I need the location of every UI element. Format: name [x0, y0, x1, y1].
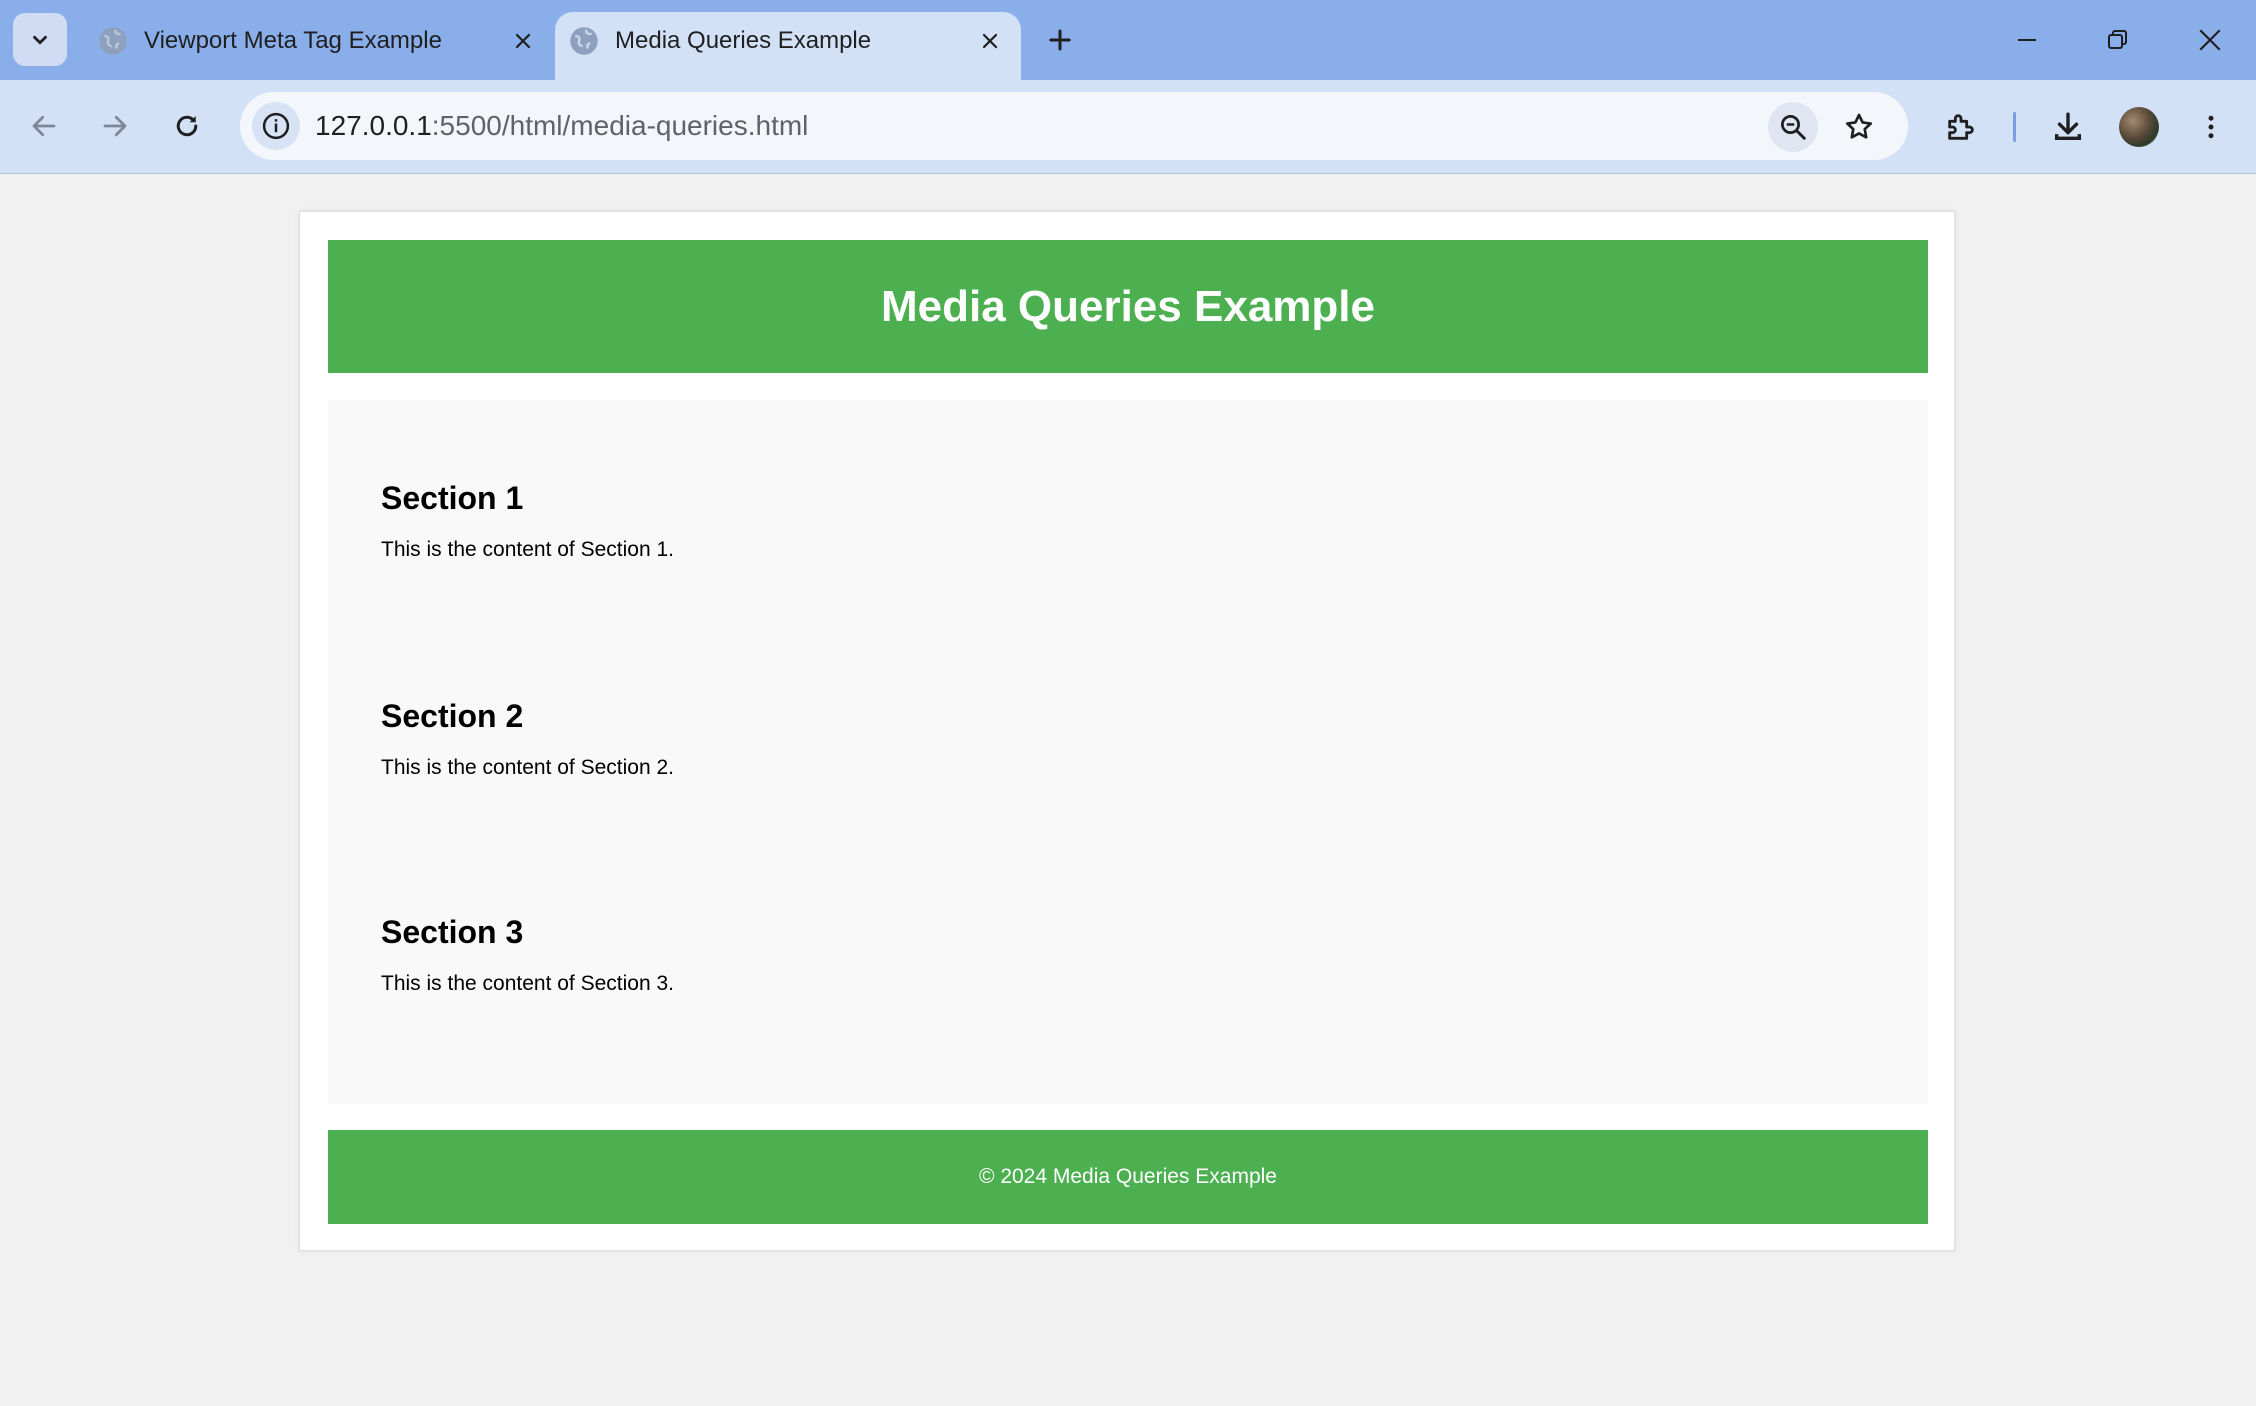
bookmark-button[interactable]: [1834, 102, 1884, 152]
back-button[interactable]: [20, 102, 68, 150]
kebab-menu-icon: [2208, 115, 2214, 139]
address-bar[interactable]: 127.0.0.1:5500/html/media-queries.html: [240, 92, 1908, 160]
site-info-button[interactable]: [252, 102, 300, 150]
close-icon: [2199, 29, 2221, 51]
url-path: :5500/html/media-queries.html: [431, 110, 809, 141]
globe-icon: [99, 27, 127, 55]
footer-text: © 2024 Media Queries Example: [979, 1165, 1277, 1188]
section-content: This is the content of Section 3.: [381, 972, 674, 995]
close-window-button[interactable]: [2182, 16, 2238, 64]
restore-button[interactable]: [2089, 16, 2145, 64]
star-icon: [1845, 113, 1873, 139]
url-host: 127.0.0.1: [315, 110, 432, 141]
globe-icon: [570, 27, 598, 55]
close-tab-button[interactable]: [506, 24, 540, 58]
extensions-button[interactable]: [1936, 102, 1986, 152]
tab-viewport-meta[interactable]: Viewport Meta Tag Example: [84, 12, 554, 80]
close-tab-button[interactable]: [973, 24, 1007, 58]
zoom-out-icon: [1781, 115, 1806, 140]
page-title: Media Queries Example: [881, 281, 1375, 331]
arrow-right-icon: [103, 115, 127, 137]
url-text[interactable]: 127.0.0.1:5500/html/media-queries.html: [315, 109, 808, 143]
reload-button[interactable]: [163, 102, 211, 150]
minimize-icon: [2018, 39, 2036, 41]
tab-media-queries[interactable]: Media Queries Example: [555, 12, 1021, 80]
section-1: Section 1 This is the content of Section…: [381, 479, 674, 563]
close-icon: [515, 33, 531, 49]
tab-strip: Viewport Meta Tag Example Media Queries …: [0, 0, 2256, 80]
section-heading: Section 3: [381, 914, 524, 950]
section-content: This is the content of Section 2.: [381, 756, 674, 779]
section-heading: Section 1: [381, 480, 524, 516]
section-3: Section 3 This is the content of Section…: [381, 913, 674, 997]
minimize-button[interactable]: [1999, 16, 2055, 64]
toolbar-divider: [2013, 112, 2016, 142]
reload-icon: [176, 115, 198, 137]
close-icon: [982, 33, 998, 49]
download-icon: [2054, 112, 2082, 141]
chevron-down-icon: [33, 35, 47, 44]
restore-icon: [2108, 30, 2127, 49]
browser-toolbar: 127.0.0.1:5500/html/media-queries.html: [0, 80, 2256, 174]
main-content: Section 1 This is the content of Section…: [328, 400, 1928, 1104]
tab-title: Media Queries Example: [615, 27, 872, 54]
new-tab-button[interactable]: [1040, 18, 1080, 62]
site-footer: © 2024 Media Queries Example: [328, 1130, 1928, 1224]
info-icon: [262, 112, 290, 140]
site-header: Media Queries Example: [328, 240, 1928, 373]
menu-button[interactable]: [2186, 102, 2236, 152]
downloads-button[interactable]: [2043, 102, 2093, 152]
page-container: Media Queries Example Section 1 This is …: [299, 211, 1955, 1251]
section-content: This is the content of Section 1.: [381, 538, 674, 561]
arrow-left-icon: [32, 115, 56, 137]
plus-icon: [1049, 29, 1071, 51]
forward-button[interactable]: [91, 102, 139, 150]
puzzle-icon: [1948, 114, 1974, 140]
profile-avatar[interactable]: [2119, 107, 2159, 147]
section-heading: Section 2: [381, 698, 524, 734]
tab-title: Viewport Meta Tag Example: [144, 27, 442, 54]
tab-search-button[interactable]: [13, 13, 67, 66]
zoom-button[interactable]: [1768, 102, 1818, 152]
page-viewport: Media Queries Example Section 1 This is …: [0, 175, 2256, 1406]
section-2: Section 2 This is the content of Section…: [381, 697, 674, 781]
